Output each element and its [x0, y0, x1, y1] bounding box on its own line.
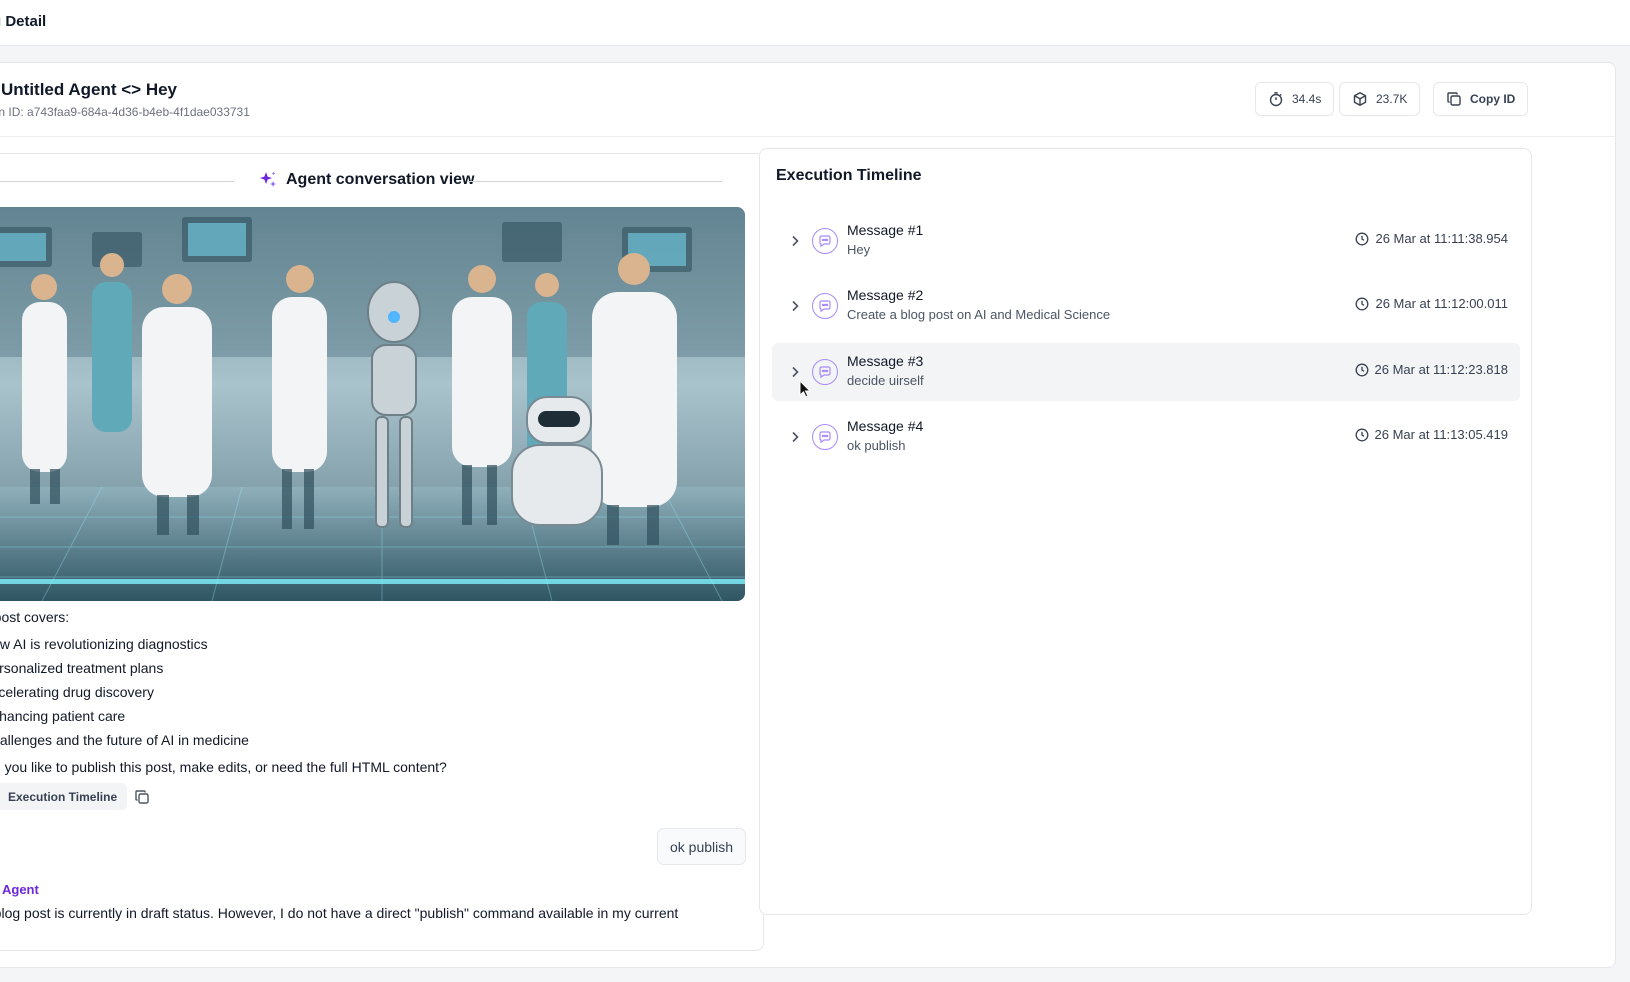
execution-timeline-panel: Execution Timeline Message #1 Hey 26 Mar… — [759, 148, 1532, 915]
token-badge: 23.7K — [1339, 82, 1421, 116]
copy-icon — [1447, 92, 1461, 106]
message-title: Message #4 — [847, 418, 924, 434]
page-title: g Detail — [0, 13, 47, 30]
chevron-right-icon[interactable] — [788, 430, 802, 444]
message-title: Message #1 — [847, 222, 924, 238]
timeline-message-row[interactable]: Message #3 decide uirself 26 Mar at 11:1… — [772, 343, 1520, 401]
message-timestamp: 26 Mar at 11:12:23.818 — [1355, 362, 1508, 377]
message-timestamp: 26 Mar at 11:12:00.011 — [1355, 296, 1508, 311]
list-item: Accelerating drug discovery — [0, 684, 154, 700]
chat-bubble-icon — [812, 359, 838, 385]
cursor-icon — [799, 380, 811, 398]
user-message-bubble: ok publish — [657, 828, 747, 865]
clock-icon — [1356, 297, 1369, 310]
token-value: 23.7K — [1376, 92, 1408, 106]
copy-id-button[interactable]: Copy ID — [1433, 82, 1529, 116]
conversation-heading: Agent conversation view — [258, 170, 475, 190]
follow-up-question: uld you like to publish this post, make … — [0, 759, 447, 775]
conversation-id: sation ID: a743faa9-684a-4d36-b4eb-4f1da… — [0, 105, 250, 119]
copy-id-label: Copy ID — [1470, 92, 1516, 106]
heading-divider-left — [0, 181, 234, 182]
chevron-right-icon[interactable] — [788, 299, 802, 313]
message-title: Message #3 — [847, 353, 924, 369]
message-timestamp: 26 Mar at 11:13:05.419 — [1355, 427, 1508, 442]
chat-bubble-icon — [812, 228, 838, 254]
cube-icon — [1353, 92, 1367, 106]
message-preview: decide uirself — [847, 373, 924, 388]
conversation-panel: Agent conversation view ost covers: How … — [0, 153, 764, 951]
timeline-message-row[interactable]: Message #2 Create a blog post on AI and … — [772, 277, 1520, 335]
message-title: Message #2 — [847, 287, 924, 303]
list-item: Enhancing patient care — [0, 708, 126, 724]
execution-timeline-chip-label: Execution Timeline — [8, 789, 118, 804]
sparkle-icon — [260, 171, 276, 187]
timeline-title: Execution Timeline — [776, 167, 922, 184]
message-preview: Create a blog post on AI and Medical Sci… — [847, 307, 1111, 322]
message-timestamp-text: 26 Mar at 11:12:23.818 — [1374, 362, 1508, 377]
stopwatch-icon — [1269, 92, 1283, 107]
clock-icon — [1356, 232, 1369, 245]
chevron-right-icon[interactable] — [788, 234, 802, 248]
conversation-detail-card: Untitled Agent <> Hey sation ID: a743faa… — [0, 62, 1617, 968]
message-timestamp-text: 26 Mar at 11:12:00.011 — [1375, 296, 1508, 311]
detail-header: Untitled Agent <> Hey sation ID: a743faa… — [0, 63, 1617, 137]
list-item: Challenges and the future of AI in medic… — [0, 732, 249, 748]
clock-icon — [1355, 363, 1368, 376]
message-timestamp: 26 Mar at 11:11:38.954 — [1355, 231, 1508, 246]
duration-value: 34.4s — [1292, 92, 1322, 106]
message-timestamp-text: 26 Mar at 11:11:38.954 — [1375, 231, 1508, 246]
agent-title: Untitled Agent <> Hey — [1, 80, 178, 99]
conversation-heading-label: Agent conversation view — [286, 171, 475, 188]
message-preview: ok publish — [847, 438, 906, 453]
timeline-message-row[interactable]: Message #4 ok publish 26 Mar at 11:13:05… — [772, 408, 1520, 466]
copy-message-button[interactable] — [134, 789, 150, 810]
duration-badge: 34.4s — [1255, 82, 1335, 116]
copy-icon — [135, 790, 149, 804]
chat-bubble-icon — [812, 293, 838, 319]
agent-reply: e blog post is currently in draft status… — [0, 905, 679, 921]
execution-timeline-chip[interactable]: Execution Timeline — [0, 783, 128, 810]
message-preview: Hey — [847, 242, 871, 257]
message-timestamp-text: 26 Mar at 11:13:05.419 — [1374, 427, 1508, 442]
list-item: Personalized treatment plans — [0, 660, 164, 676]
clock-icon — [1355, 428, 1368, 441]
top-bar: g Detail — [0, 0, 1630, 46]
chat-bubble-icon — [812, 424, 838, 450]
chevron-right-icon[interactable] — [788, 365, 802, 379]
post-intro: e post covers: — [0, 609, 70, 625]
blog-hero-image — [0, 207, 745, 601]
timeline-message-row[interactable]: Message #1 Hey 26 Mar at 11:11:38.954 — [772, 212, 1520, 270]
list-item: How AI is revolutionizing diagnostics — [0, 636, 208, 652]
heading-divider-right — [467, 181, 722, 182]
agent-label: Agent — [2, 882, 39, 897]
